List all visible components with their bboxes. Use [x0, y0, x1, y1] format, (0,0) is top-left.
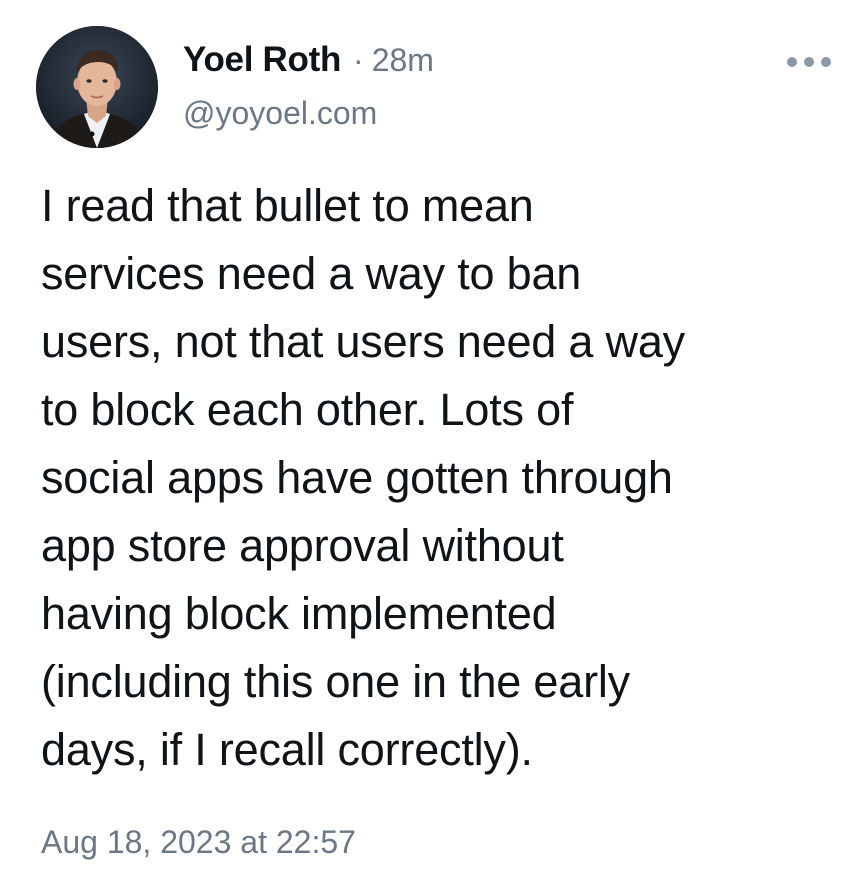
avatar-photo-icon	[36, 26, 158, 148]
post-body-line: having block implemented	[41, 588, 557, 639]
post-body-line: users, not that users need a way	[41, 316, 685, 367]
post-body-line: social apps have gotten through	[41, 452, 673, 503]
more-options-button[interactable]	[787, 52, 831, 72]
post-card: Yoel Roth · 28m @yoyoel.com I read that …	[0, 0, 864, 894]
post-body: I read that bullet to mean services need…	[41, 172, 841, 784]
post-timestamp: Aug 18, 2023 at 22:57	[41, 824, 356, 860]
post-body-line: services need a way to ban	[41, 248, 582, 299]
more-dot-icon	[821, 57, 831, 67]
author-display-name[interactable]: Yoel Roth	[183, 40, 341, 80]
post-body-line: to block each other. Lots of	[41, 384, 574, 435]
author-name-row: Yoel Roth · 28m	[183, 40, 434, 88]
name-time-separator: ·	[353, 42, 364, 78]
author-handle[interactable]: @yoyoel.com	[183, 95, 377, 132]
post-body-line: I read that bullet to mean	[41, 180, 534, 231]
post-relative-time[interactable]: 28m	[372, 42, 434, 79]
more-dot-icon	[804, 57, 814, 67]
post-body-line: (including this one in the early	[41, 656, 630, 707]
post-body-line: app store approval without	[41, 520, 564, 571]
more-dot-icon	[787, 57, 797, 67]
post-body-line: days, if I recall correctly).	[41, 724, 533, 775]
author-avatar[interactable]	[36, 26, 158, 148]
